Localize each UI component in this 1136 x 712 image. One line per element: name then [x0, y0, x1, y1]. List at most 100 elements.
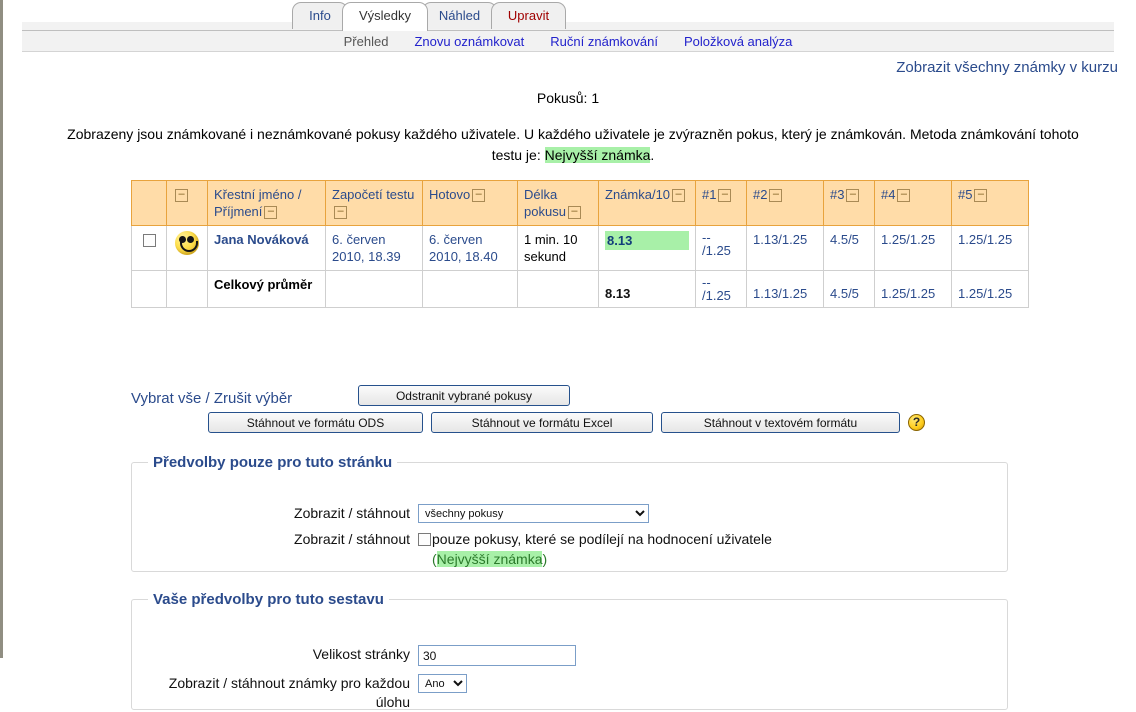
collapse-icon-q3[interactable]: –	[846, 189, 860, 203]
report-pref-row-marks: Zobrazit / stáhnout známky pro každou úl…	[138, 674, 467, 712]
report-preferences-legend: Vaše předvolby pro tuto sestavu	[153, 591, 384, 608]
paren-close: )	[542, 551, 548, 567]
nav-item-polozkova-analyza[interactable]: Položková analýza	[684, 34, 792, 49]
download-excel-button[interactable]: Stáhnout ve formátu Excel	[431, 412, 653, 433]
collapse-icon-picture[interactable]: –	[175, 189, 188, 203]
tab-upravit[interactable]: Upravit	[491, 2, 566, 29]
page-size-label: Velikost stránky	[312, 646, 410, 662]
col-header-q1: #1–	[695, 180, 747, 226]
tab-bar-strip	[22, 22, 1114, 31]
avg-q1-bottom: /1.25	[702, 288, 731, 303]
col-header-q1-label[interactable]: #1	[702, 187, 716, 202]
collapse-icon-start[interactable]: –	[334, 206, 347, 220]
selection-links: Vybrat vše / Zrušit výběr	[131, 390, 292, 407]
page-preferences-legend: Předvolby pouze pro tuto stránku	[153, 454, 393, 471]
per-question-marks-select[interactable]: Ano	[418, 674, 467, 693]
col-header-q3-label[interactable]: #3	[830, 187, 844, 202]
collapse-icon-q4[interactable]: –	[897, 189, 911, 203]
deselect-all-link[interactable]: Zrušit výběr	[214, 390, 292, 407]
tab-bar: Info Výsledky Náhled Upravit	[22, 0, 1114, 31]
delete-selected-attempts-button[interactable]: Odstranit vybrané pokusy	[358, 385, 570, 406]
download-ods-button[interactable]: Stáhnout ve formátu ODS	[208, 412, 423, 433]
collapse-icon-q2[interactable]: –	[769, 189, 783, 203]
avg-start-cell	[325, 270, 423, 308]
nav-item-rucni-znamkovani[interactable]: Ruční známkování	[550, 34, 658, 49]
tab-vysledky[interactable]: Výsledky	[342, 2, 428, 31]
display-download-label: Zobrazit / stáhnout	[294, 505, 410, 521]
attempts-table: – Křestní jméno / Příjmení – Započetí tes…	[131, 180, 1029, 308]
avg-select-cell	[131, 270, 167, 308]
all-course-grades-link[interactable]: Zobrazit všechny známky v kurzu	[896, 59, 1118, 76]
page-size-input[interactable]	[418, 645, 576, 666]
attempts-count: Pokusů: 1	[536, 90, 600, 106]
selection-separator: /	[201, 390, 214, 407]
tab-nahled[interactable]: Náhled	[422, 2, 497, 29]
col-header-start: Započetí testu –	[325, 180, 423, 226]
avg-avatar-cell	[166, 270, 208, 308]
student-name-link[interactable]: Jana Nováková	[214, 232, 309, 247]
avg-q4-cell: 1.25/1.25	[874, 270, 952, 308]
col-header-done-label[interactable]: Hotovo	[429, 187, 470, 202]
row-checkbox[interactable]	[142, 234, 156, 248]
table-row: Celkový průměr 8.13 -- /1.25 1.13/1.25 4…	[131, 270, 1029, 308]
page-preferences-fieldset: Předvolby pouze pro tuto stránku Zobrazi…	[131, 454, 1008, 572]
avg-q1-cell: -- /1.25	[695, 270, 747, 308]
row-q4-cell: 1.25/1.25	[874, 225, 952, 271]
col-header-q4: #4–	[874, 180, 952, 226]
avg-grade-value: 8.13	[605, 286, 631, 301]
col-header-name-label[interactable]: Křestní jméno / Příjmení	[214, 187, 301, 219]
col-header-q2: #2–	[746, 180, 824, 226]
grading-description-text-2: .	[650, 147, 655, 163]
avg-done-cell	[422, 270, 518, 308]
col-header-start-label[interactable]: Započetí testu	[332, 187, 414, 202]
contributing-method-line: (Nejvyšší známka)	[432, 550, 978, 569]
row-q5-cell: 1.25/1.25	[951, 225, 1029, 271]
avg-q5-cell: 1.25/1.25	[951, 270, 1029, 308]
avg-grade-cell: 8.13	[598, 270, 696, 308]
row-q1-cell: -- /1.25	[695, 225, 747, 271]
table-row: Jana Nováková 6. červen 2010, 18.39 6. č…	[131, 225, 1029, 271]
collapse-icon-duration[interactable]: –	[567, 206, 581, 220]
row-done-cell: 6. červen 2010, 18.40	[422, 225, 518, 271]
download-text-button[interactable]: Stáhnout v textovém formátu	[661, 412, 900, 433]
grading-method-highlight: Nejvyšší známka	[544, 147, 651, 163]
page-pref-row-display: Zobrazit / stáhnout všechny pokusy	[248, 504, 649, 523]
collapse-icon-q5[interactable]: –	[974, 189, 988, 203]
help-icon[interactable]: ?	[908, 414, 925, 431]
display-download-label-2: Zobrazit / stáhnout	[294, 531, 410, 547]
nav-item-prehled[interactable]: Přehled	[344, 34, 389, 49]
col-header-q2-label[interactable]: #2	[753, 187, 767, 202]
tab-info[interactable]: Info	[292, 2, 348, 29]
col-header-duration-label[interactable]: Délka pokusu	[524, 187, 566, 219]
col-header-q4-label[interactable]: #4	[881, 187, 895, 202]
nav-item-znovu-oznamkovat[interactable]: Znovu oznámkovat	[414, 34, 524, 49]
row-grade-cell: 8.13	[598, 225, 696, 271]
row-select-cell	[131, 225, 167, 271]
col-header-q3: #3–	[823, 180, 875, 226]
smiley-avatar[interactable]	[175, 231, 199, 255]
secondary-nav: Přehled Znovu oznámkovat Ruční známkován…	[22, 31, 1114, 52]
collapse-icon-q1[interactable]: –	[718, 189, 732, 203]
row-name-cell: Jana Nováková	[207, 225, 326, 271]
row-q1-bottom: /1.25	[702, 243, 731, 258]
secondary-nav-links: Přehled Znovu oznámkovat Ruční známkován…	[22, 31, 1114, 51]
report-preferences-fieldset: Vaše předvolby pro tuto sestavu Velikost…	[131, 591, 1008, 710]
col-header-picture: –	[166, 180, 208, 226]
paren-open: (	[432, 551, 437, 567]
avg-duration-cell	[517, 270, 599, 308]
smiley-mouth-icon	[180, 241, 198, 252]
col-header-done: Hotovo –	[422, 180, 518, 226]
collapse-icon-grade[interactable]: –	[672, 189, 686, 203]
col-header-grade-label[interactable]: Známka/10	[605, 187, 670, 202]
row-start-cell: 6. červen 2010, 18.39	[325, 225, 423, 271]
select-all-link[interactable]: Vybrat vše	[131, 390, 201, 407]
collapse-icon-name[interactable]: –	[264, 206, 278, 220]
avg-q3-cell: 4.5/5	[823, 270, 875, 308]
collapse-icon-done[interactable]: –	[472, 189, 486, 203]
page-pref-row-contributing: Zobrazit / stáhnout pouze pokusy, které …	[248, 530, 988, 569]
attempts-filter-select[interactable]: všechny pokusy	[418, 504, 649, 523]
col-header-q5-label[interactable]: #5	[958, 187, 972, 202]
contributing-method-highlight: Nejvyšší známka	[436, 551, 543, 567]
table-header-row: – Křestní jméno / Příjmení – Započetí tes…	[131, 180, 1029, 226]
contributing-attempts-checkbox[interactable]	[418, 533, 431, 546]
